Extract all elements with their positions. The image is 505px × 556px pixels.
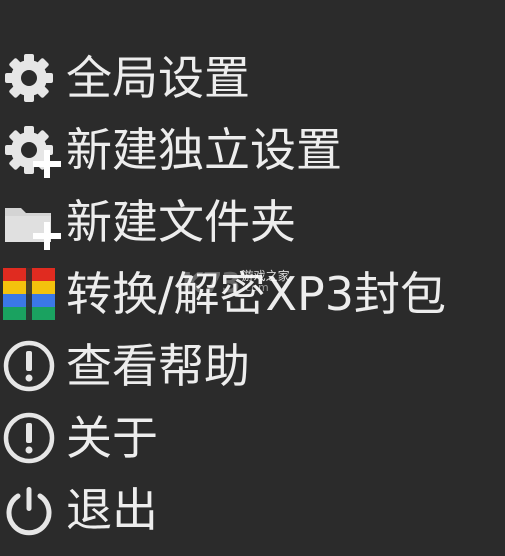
context-menu: 全局设置 新建独立设置 新建文件夹 转换/解密XP3封包 查看帮助 关于 退出 — [0, 42, 505, 546]
menu-item-label: 转换/解密XP3封包 — [66, 267, 447, 321]
exclamation-circle-icon — [1, 410, 57, 466]
menu-item-about[interactable]: 关于 — [0, 402, 505, 474]
plus-icon — [31, 148, 63, 180]
menu-item-label: 关于 — [66, 411, 158, 465]
folder-plus-icon — [1, 194, 61, 250]
menu-item-label: 查看帮助 — [66, 339, 250, 393]
menu-item-label: 新建文件夹 — [66, 195, 296, 249]
menu-item-exit[interactable]: 退出 — [0, 474, 505, 546]
menu-item-new-standalone-settings[interactable]: 新建独立设置 — [0, 114, 505, 186]
menu-item-label: 新建独立设置 — [66, 123, 342, 177]
gear-icon — [1, 50, 57, 106]
plus-icon — [31, 220, 63, 252]
menu-item-new-folder[interactable]: 新建文件夹 — [0, 186, 505, 258]
power-icon — [1, 482, 57, 538]
xp3-package-icon — [1, 266, 57, 322]
menu-item-view-help[interactable]: 查看帮助 — [0, 330, 505, 402]
menu-item-label: 退出 — [66, 483, 158, 537]
menu-item-label: 全局设置 — [66, 51, 250, 105]
menu-item-convert-decrypt-xp3[interactable]: 转换/解密XP3封包 — [0, 258, 505, 330]
menu-item-global-settings[interactable]: 全局设置 — [0, 42, 505, 114]
gear-plus-icon — [1, 122, 61, 178]
exclamation-circle-icon — [1, 338, 57, 394]
